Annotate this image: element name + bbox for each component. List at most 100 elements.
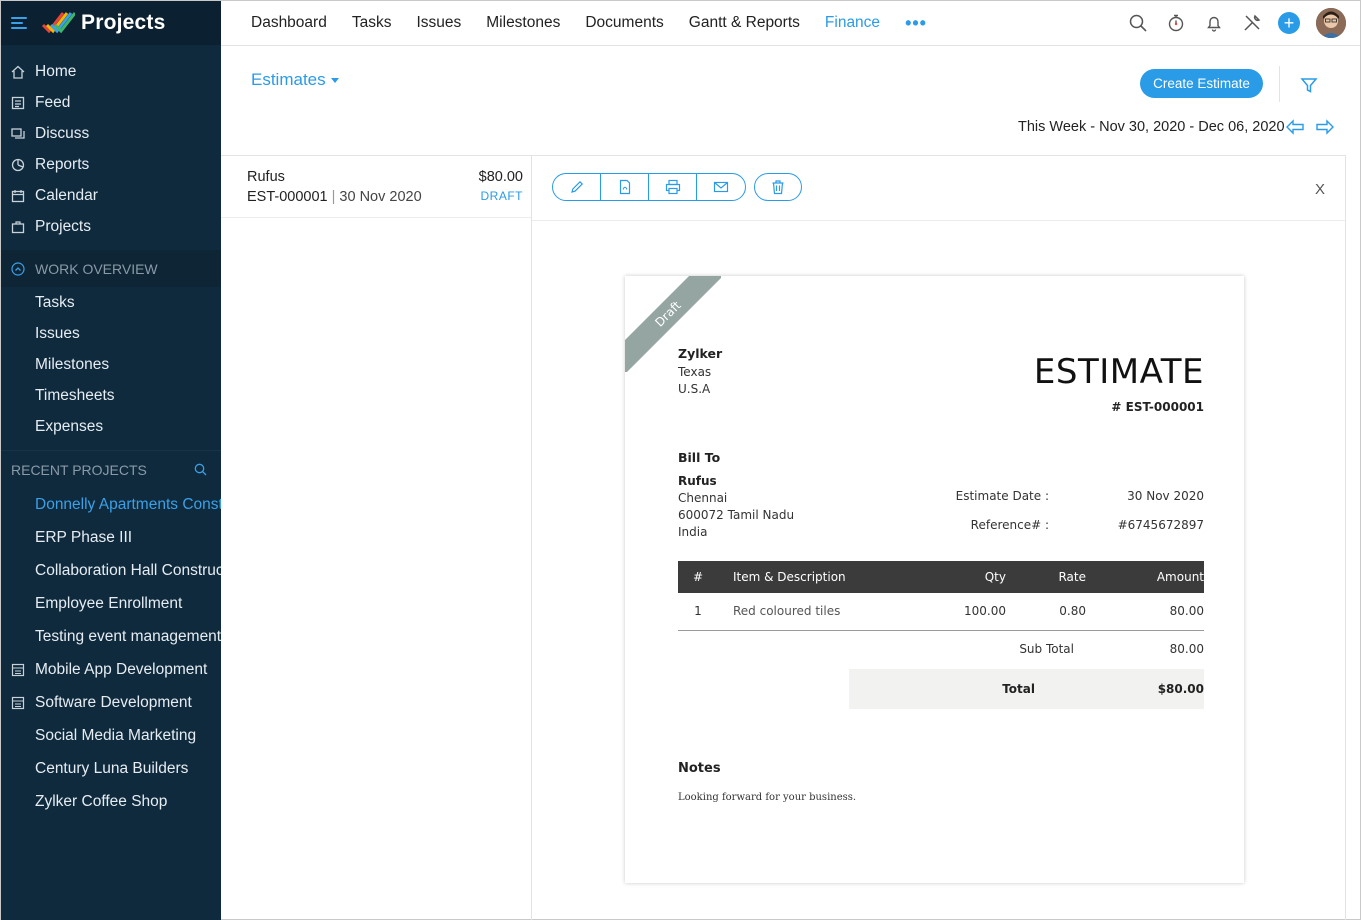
bill-to-address-line: India: [678, 525, 708, 539]
estimate-date: 30 Nov 2020: [339, 189, 422, 205]
sidebar-item-label: Issues: [35, 324, 80, 342]
column-header-amount: Amount: [1156, 570, 1204, 584]
tab-tasks[interactable]: Tasks: [352, 14, 392, 32]
sidebar-item-discuss[interactable]: Discuss: [1, 118, 221, 149]
filter-icon[interactable]: [1300, 76, 1318, 94]
estimate-date-label: Estimate Date :: [955, 489, 1049, 503]
print-button[interactable]: [649, 174, 697, 200]
sidebar-item-reports[interactable]: Reports: [1, 149, 221, 180]
sidebar-item-home[interactable]: Home: [1, 56, 221, 87]
previous-week-arrow-icon[interactable]: [1285, 119, 1305, 135]
sidebar-item-label: Discuss: [35, 124, 90, 142]
sidebar-item-label: Home: [35, 62, 77, 80]
hamburger-menu-icon[interactable]: [11, 17, 27, 29]
tab-issues[interactable]: Issues: [416, 14, 461, 32]
recent-project-item[interactable]: ERP Phase III: [1, 521, 221, 554]
estimate-amount: $80.00: [478, 169, 523, 185]
content-header: Estimates Create Estimate This Week - No…: [221, 46, 1360, 156]
reference-value: #6745672897: [1117, 518, 1204, 532]
pencil-icon: [570, 180, 583, 193]
list-item[interactable]: Rufus $80.00 EST-000001 | 30 Nov 2020 DRAF…: [221, 156, 531, 218]
sidebar-item-expenses[interactable]: Expenses: [1, 411, 221, 442]
tab-finance[interactable]: Finance: [825, 14, 880, 32]
user-avatar[interactable]: [1316, 8, 1346, 38]
notes-text: Looking forward for your business.: [678, 792, 857, 803]
subtotal-label: Sub Total: [1019, 642, 1074, 656]
reference-label: Reference# :: [970, 518, 1049, 532]
recent-project-item[interactable]: Employee Enrollment: [1, 587, 221, 620]
bell-icon[interactable]: [1204, 13, 1224, 33]
sidebar-item-label: Timesheets: [35, 386, 115, 404]
sidebar-item-timesheets[interactable]: Timesheets: [1, 380, 221, 411]
delete-button[interactable]: [754, 173, 802, 201]
recent-project-item[interactable]: Century Luna Builders: [1, 752, 221, 785]
section-title: RECENT PROJECTS: [11, 461, 147, 478]
collapse-chevron-icon: [11, 261, 25, 276]
sidebar-item-label: Expenses: [35, 417, 104, 435]
tab-gantt-reports[interactable]: Gantt & Reports: [689, 14, 800, 32]
row-number: 1: [694, 604, 702, 618]
week-range-label: This Week - Nov 30, 2020 - Dec 06, 2020: [1018, 119, 1285, 135]
more-tabs-button[interactable]: •••: [905, 13, 927, 34]
bill-to-address-line: Chennai: [678, 491, 728, 505]
quick-add-button[interactable]: +: [1278, 12, 1300, 34]
projects-icon: [11, 220, 25, 233]
subtotal-value: 80.00: [1169, 642, 1204, 656]
tab-milestones[interactable]: Milestones: [486, 14, 560, 32]
document-title: ESTIMATE: [1033, 352, 1204, 392]
tools-icon[interactable]: [1242, 13, 1262, 33]
sidebar-item-feed[interactable]: Feed: [1, 87, 221, 118]
app-title: Projects: [81, 11, 166, 34]
printer-icon: [665, 179, 680, 195]
close-button[interactable]: X: [1315, 181, 1325, 198]
sidebar-item-label: Projects: [35, 217, 91, 235]
sidebar-item-label: Tasks: [35, 293, 75, 311]
sidebar-item-milestones[interactable]: Milestones: [1, 349, 221, 380]
recent-project-item[interactable]: Testing event management: [1, 620, 221, 653]
recent-project-item[interactable]: Collaboration Hall Construction: [1, 554, 221, 587]
estimate-number-date: EST-000001 | 30 Nov 2020: [247, 189, 422, 205]
tab-documents[interactable]: Documents: [585, 14, 663, 32]
sidebar-item-tasks[interactable]: Tasks: [1, 287, 221, 318]
sidebar-item-label: Calendar: [35, 186, 98, 204]
pdf-button[interactable]: [601, 174, 649, 200]
timer-icon[interactable]: [1166, 13, 1186, 33]
search-icon[interactable]: [1128, 13, 1148, 33]
create-estimate-button[interactable]: Create Estimate: [1140, 69, 1263, 98]
recent-project-item[interactable]: Mobile App Development: [1, 653, 221, 686]
estimates-list: Rufus $80.00 EST-000001 | 30 Nov 2020 DRAF…: [221, 155, 532, 920]
section-title: WORK OVERVIEW: [35, 260, 158, 277]
work-overview-section[interactable]: WORK OVERVIEW: [1, 250, 221, 287]
search-icon[interactable]: [194, 463, 207, 476]
sidebar-item-label: Milestones: [35, 355, 110, 373]
row-amount: 80.00: [1169, 604, 1204, 618]
recent-project-item[interactable]: Donnelly Apartments Construction: [1, 488, 221, 521]
sidebar-item-label: Feed: [35, 93, 71, 111]
home-icon: [11, 65, 25, 79]
recent-project-label: Software Development: [35, 693, 192, 711]
edit-button[interactable]: [553, 174, 601, 200]
total-label: Total: [1002, 682, 1035, 696]
recent-project-item[interactable]: Zylker Coffee Shop: [1, 785, 221, 818]
row-rate: 0.80: [1059, 604, 1086, 618]
projects-logo-icon: [41, 12, 75, 34]
tab-dashboard[interactable]: Dashboard: [251, 14, 327, 32]
recent-project-label: Century Luna Builders: [35, 759, 189, 777]
sidebar-item-issues[interactable]: Issues: [1, 318, 221, 349]
recent-project-label: Social Media Marketing: [35, 726, 197, 744]
estimates-view-dropdown[interactable]: Estimates: [251, 70, 339, 90]
customer-name: Rufus: [247, 169, 285, 185]
estimate-detail: X Draft Zylker Texas U.S.A ESTIMATE # ES…: [532, 155, 1346, 920]
sidebar: Projects Home Feed Discuss Reports Calen…: [1, 1, 221, 920]
next-week-arrow-icon[interactable]: [1315, 119, 1335, 135]
status-badge: DRAFT: [480, 189, 523, 203]
recent-project-item[interactable]: Software Development: [1, 686, 221, 719]
sidebar-item-calendar[interactable]: Calendar: [1, 180, 221, 211]
sidebar-item-projects[interactable]: Projects: [1, 211, 221, 242]
recent-project-item[interactable]: Social Media Marketing: [1, 719, 221, 752]
bill-to-heading: Bill To: [678, 450, 721, 465]
estimate-document: Draft Zylker Texas U.S.A ESTIMATE # EST-…: [625, 276, 1244, 883]
column-header-qty: Qty: [984, 570, 1006, 584]
email-button[interactable]: [697, 174, 745, 200]
recent-project-label: Donnelly Apartments Construction: [35, 495, 221, 513]
